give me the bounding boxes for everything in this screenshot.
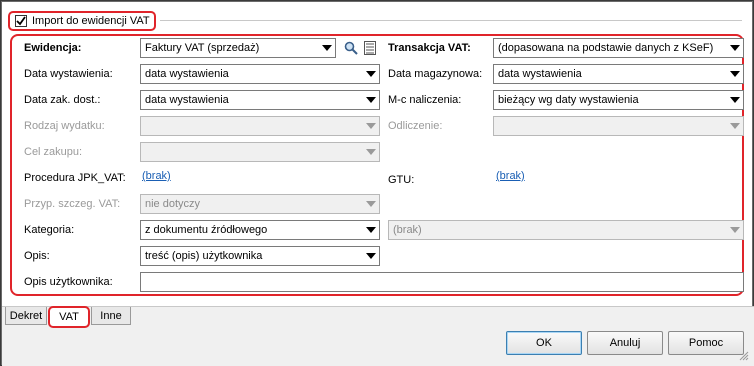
chevron-down-icon bbox=[363, 143, 379, 161]
data-wystawienia-label: Data wystawienia: bbox=[24, 68, 113, 80]
gtu-label: GTU: bbox=[388, 174, 415, 186]
ok-button[interactable]: OK bbox=[506, 331, 582, 355]
data-magazynowa-label: Data magazynowa: bbox=[388, 68, 483, 80]
chevron-down-icon bbox=[363, 195, 379, 213]
mc-naliczenia-select[interactable]: bieżący wg daty wystawienia bbox=[493, 90, 744, 110]
dialog-window: Import do ewidencji VAT Ewidencja: Faktu… bbox=[1, 1, 754, 366]
group-divider bbox=[160, 20, 742, 21]
procedura-jpk-link[interactable]: (brak) bbox=[142, 170, 171, 182]
checkbox-checked-icon[interactable] bbox=[15, 15, 27, 27]
ewidencja-select[interactable]: Faktury VAT (sprzedaż) bbox=[140, 38, 336, 58]
magnifier-icon[interactable] bbox=[343, 40, 359, 56]
data-magazynowa-select[interactable]: data wystawienia bbox=[493, 64, 744, 84]
data-zak-dost-label: Data zak. dost.: bbox=[24, 94, 101, 106]
cel-zakupu-label: Cel zakupu: bbox=[24, 146, 83, 158]
cancel-button[interactable]: Anuluj bbox=[587, 331, 663, 355]
ewidencja-label: Ewidencja: bbox=[24, 42, 82, 54]
help-button[interactable]: Pomoc bbox=[668, 331, 744, 355]
chevron-down-icon bbox=[727, 39, 743, 57]
kategoria2-select: (brak) bbox=[388, 220, 744, 240]
import-vat-label: Import do ewidencji VAT bbox=[32, 15, 150, 27]
procedura-jpk-label: Procedura JPK_VAT: bbox=[24, 172, 126, 184]
tab-dekret[interactable]: Dekret bbox=[5, 307, 47, 325]
gtu-link[interactable]: (brak) bbox=[496, 170, 525, 182]
chevron-down-icon bbox=[363, 91, 379, 109]
cel-zakupu-select bbox=[140, 142, 380, 162]
kategoria-label: Kategoria: bbox=[24, 224, 75, 236]
chevron-down-icon bbox=[727, 65, 743, 83]
opis-label: Opis: bbox=[24, 250, 50, 262]
data-wystawienia-select[interactable]: data wystawienia bbox=[140, 64, 380, 84]
kategoria-select[interactable]: z dokumentu źródłowego bbox=[140, 220, 380, 240]
odliczenie-select bbox=[493, 116, 744, 136]
chevron-down-icon bbox=[319, 39, 335, 57]
przyp-szczeg-vat-select: nie dotyczy bbox=[140, 194, 380, 214]
opis-uzytkownika-input[interactable] bbox=[140, 272, 744, 292]
transakcja-vat-label: Transakcja VAT: bbox=[388, 42, 471, 54]
chevron-down-icon bbox=[363, 221, 379, 239]
odliczenie-label: Odliczenie: bbox=[388, 120, 443, 132]
mc-naliczenia-label: M-c naliczenia: bbox=[388, 94, 462, 106]
rodzaj-wydatku-label: Rodzaj wydatku: bbox=[24, 120, 105, 132]
chevron-down-icon bbox=[727, 117, 743, 135]
list-icon[interactable] bbox=[362, 40, 378, 56]
przyp-szczeg-vat-label: Przyp. szczeg. VAT: bbox=[24, 198, 121, 210]
resize-grip-icon[interactable] bbox=[739, 351, 749, 361]
import-vat-checkbox[interactable]: Import do ewidencji VAT bbox=[8, 11, 156, 31]
chevron-down-icon bbox=[363, 117, 379, 135]
opis-select[interactable]: treść (opis) użytkownika bbox=[140, 246, 380, 266]
opis-uzytkownika-label: Opis użytkownika: bbox=[24, 276, 113, 288]
chevron-down-icon bbox=[727, 221, 743, 239]
chevron-down-icon bbox=[363, 65, 379, 83]
chevron-down-icon bbox=[363, 247, 379, 265]
tab-vat[interactable]: VAT bbox=[48, 306, 90, 328]
chevron-down-icon bbox=[727, 91, 743, 109]
rodzaj-wydatku-select bbox=[140, 116, 380, 136]
data-zak-dost-select[interactable]: data wystawienia bbox=[140, 90, 380, 110]
transakcja-vat-select[interactable]: (dopasowana na podstawie danych z KSeF) bbox=[493, 38, 744, 58]
tab-inne[interactable]: Inne bbox=[91, 307, 131, 325]
